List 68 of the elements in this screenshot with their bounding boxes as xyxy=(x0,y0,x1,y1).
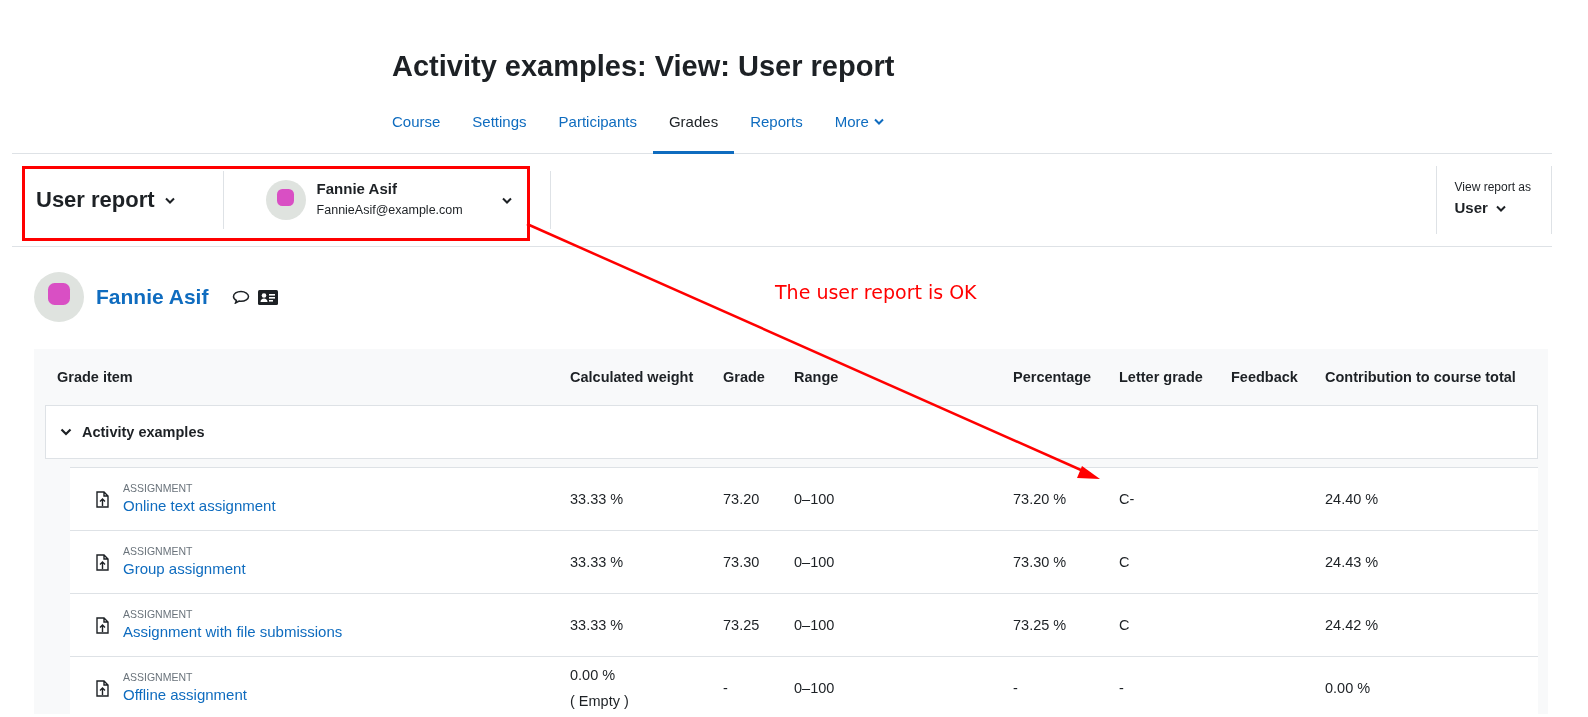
table-cell-text: 24.42 % xyxy=(1325,617,1380,633)
column-header: Calculated weight xyxy=(570,369,695,385)
nav-tab[interactable]: Participants xyxy=(542,92,653,154)
column-header: Range xyxy=(794,369,840,385)
chevron-down-icon[interactable] xyxy=(60,426,72,438)
chevron-down-icon xyxy=(164,196,175,204)
page-title: Activity examples: View: User report xyxy=(391,49,896,84)
report-selector[interactable]: User report xyxy=(12,171,224,229)
chevron-down-icon xyxy=(501,196,512,204)
file-upload-icon xyxy=(96,490,109,508)
table-cell-text: 73.20 xyxy=(723,491,761,507)
grade-item-link[interactable]: Online text assignment xyxy=(123,495,276,517)
table-cell-text: C xyxy=(1119,554,1131,570)
nav-tab[interactable]: Grades xyxy=(652,92,735,154)
table-cell-text: 33.33 % xyxy=(570,490,625,509)
table-cell-text: C xyxy=(1119,617,1131,633)
grade-item-link[interactable]: Offline assignment xyxy=(123,684,247,706)
avatar xyxy=(34,272,84,322)
table-cell-text: 24.40 % xyxy=(1325,491,1380,507)
item-type: ASSIGNMENT xyxy=(123,481,194,495)
table-cell-text: - xyxy=(723,680,729,696)
column-header: Letter grade xyxy=(1119,369,1204,385)
annotation-text: The user report is OK xyxy=(775,281,977,303)
column-header: Grade item xyxy=(57,369,134,385)
file-upload-icon xyxy=(96,553,109,571)
column-header: Percentage xyxy=(1013,369,1093,385)
view-as-label: View report as xyxy=(1454,179,1531,195)
profile-card-icon[interactable] xyxy=(258,289,279,305)
table-cell-text: 0–100 xyxy=(794,491,836,507)
table-cell-text: 0–100 xyxy=(794,617,836,633)
message-icon[interactable] xyxy=(232,290,251,304)
table-cell-text: - xyxy=(1013,680,1019,696)
column-header: Feedback xyxy=(1231,369,1299,385)
table-cell-text: 73.30 xyxy=(723,554,761,570)
table-cell-text: 0.00 % xyxy=(1325,680,1372,696)
table-cell-text: 73.25 xyxy=(723,617,761,633)
column-header: Grade xyxy=(723,369,766,385)
file-upload-icon xyxy=(96,616,109,634)
table-cell-text: - xyxy=(1119,680,1125,696)
item-type: ASSIGNMENT xyxy=(123,544,194,558)
chevron-down-icon xyxy=(873,118,884,125)
table-cell-text: 33.33 % xyxy=(570,616,625,635)
item-type: ASSIGNMENT xyxy=(123,607,194,621)
table-cell-text: 73.30 % xyxy=(1013,554,1068,570)
chevron-down-icon xyxy=(1495,204,1506,212)
table-cell-text: ( Empty ) xyxy=(570,692,630,711)
table-cell-text: 73.20 % xyxy=(1013,491,1068,507)
nav-tab[interactable]: Reports xyxy=(734,92,819,154)
nav-tab[interactable]: Settings xyxy=(456,92,543,154)
file-upload-icon xyxy=(96,679,109,697)
grade-item-link[interactable]: Group assignment xyxy=(123,558,246,580)
category-name: Activity examples xyxy=(82,424,205,440)
user-selector[interactable]: Fannie Asif FannieAsif@example.com xyxy=(223,171,551,229)
item-type: ASSIGNMENT xyxy=(123,670,194,684)
grade-item-link[interactable]: Assignment with file submissions xyxy=(123,621,343,643)
view-as-dropdown[interactable]: User xyxy=(1454,195,1531,221)
table-cell-text: C- xyxy=(1119,491,1136,507)
table-cell-text: 0.00 % xyxy=(570,666,617,685)
table-cell-text: 0–100 xyxy=(794,554,836,570)
table-cell-text: 24.43 % xyxy=(1325,554,1380,570)
nav-tab[interactable]: More xyxy=(818,92,900,154)
avatar xyxy=(265,180,306,220)
table-cell-text: 73.25 % xyxy=(1013,617,1068,633)
table-cell-text: 33.33 % xyxy=(570,553,625,572)
nav-tab[interactable]: Course xyxy=(376,92,457,154)
table-cell-text: 0–100 xyxy=(794,680,836,696)
column-header: Contribution to course total xyxy=(1325,369,1517,385)
user-name-link[interactable]: Fannie Asif xyxy=(96,285,209,309)
